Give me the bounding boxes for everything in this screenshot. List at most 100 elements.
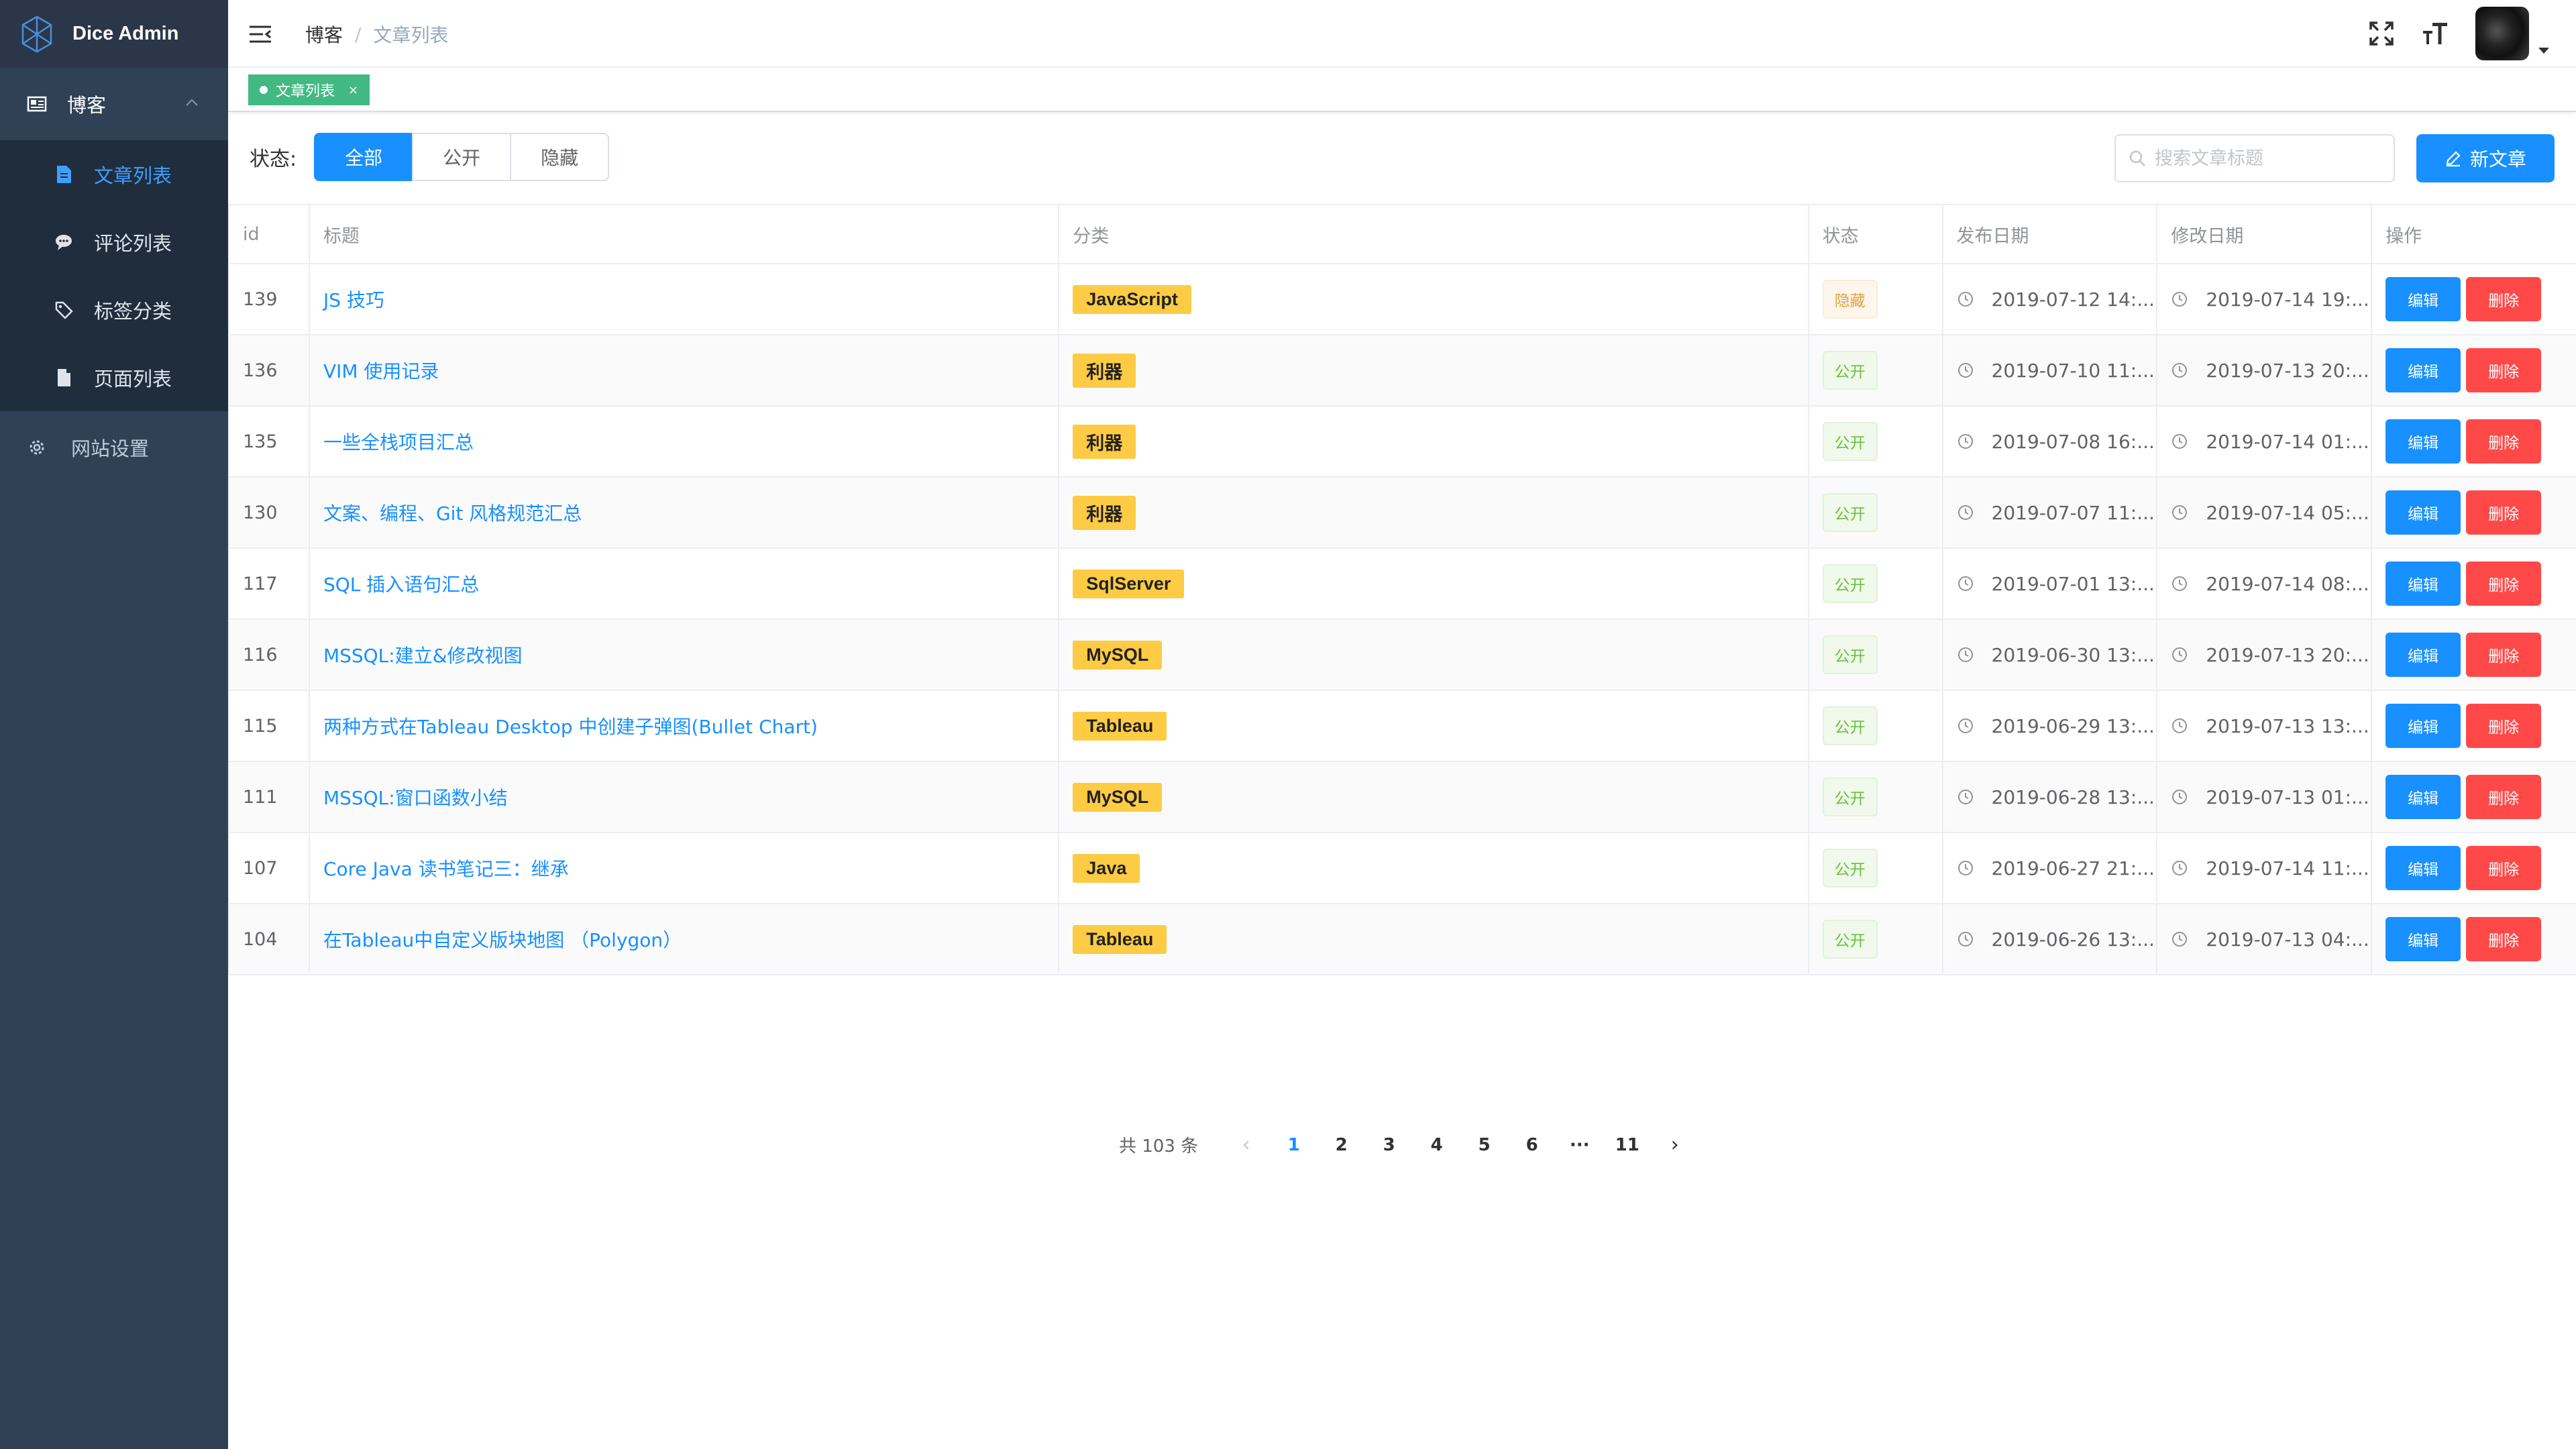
article-title-link[interactable]: MSSQL:建立&修改视图 <box>323 641 523 668</box>
article-title-link[interactable]: 在Tableau中自定义版块地图 （Polygon） <box>323 926 682 953</box>
pagination-ellipsis[interactable]: ··· <box>1556 1135 1603 1155</box>
pagination-prev-icon[interactable]: ‹ <box>1222 1133 1270 1157</box>
sidebar-item-articles[interactable]: 文章列表 <box>0 140 228 208</box>
delete-button[interactable]: 删除 <box>2466 490 2542 535</box>
edit-button[interactable]: 编辑 <box>2385 775 2461 819</box>
edit-button[interactable]: 编辑 <box>2385 846 2461 890</box>
clock-icon <box>1957 718 1973 733</box>
pagination-page[interactable]: 4 <box>1413 1135 1460 1155</box>
article-id: 107 <box>243 857 278 879</box>
pagination-page[interactable]: 5 <box>1460 1135 1508 1155</box>
modified-date: 2019-07-13 20:... <box>2206 359 2369 382</box>
cell-status: 公开 <box>1809 478 1943 547</box>
delete-button[interactable]: 删除 <box>2466 846 2542 890</box>
breadcrumb-home[interactable]: 博客 <box>305 21 343 48</box>
article-title-link[interactable]: SQL 插入语句汇总 <box>323 570 479 597</box>
article-title-link[interactable]: 两种方式在Tableau Desktop 中创建子弹图(Bullet Chart… <box>323 712 818 739</box>
column-header-id[interactable]: id <box>229 205 310 263</box>
cell-modified: 2019-07-13 20:... <box>2157 335 2373 405</box>
delete-button[interactable]: 删除 <box>2466 917 2542 961</box>
status-option-public[interactable]: 公开 <box>412 133 512 181</box>
clock-icon <box>2172 434 2188 449</box>
table-row: 111 MSSQL:窗口函数小结 MySQL 公开 2019-06-28 13:... 2… <box>229 762 2576 833</box>
sidebar-item-label: 文章列表 <box>94 164 172 187</box>
sidebar-item-comments[interactable]: 评论列表 <box>0 208 228 276</box>
pagination-next-icon[interactable]: › <box>1651 1133 1699 1157</box>
clock-icon <box>2172 790 2188 804</box>
delete-button[interactable]: 删除 <box>2466 348 2542 392</box>
cell-modified: 2019-07-14 19:... <box>2157 264 2373 334</box>
column-header-published[interactable]: 发布日期 <box>1943 205 2158 263</box>
sidebar-item-label: 评论列表 <box>94 231 172 255</box>
modified-date: 2019-07-14 08:... <box>2206 572 2369 595</box>
column-header-status[interactable]: 状态 <box>1809 205 1943 263</box>
font-size-icon[interactable] <box>2422 20 2449 47</box>
cell-title: MSSQL:建立&修改视图 <box>310 620 1060 690</box>
sidebar-item-tags[interactable]: 标签分类 <box>0 276 228 343</box>
delete-button[interactable]: 删除 <box>2466 775 2542 819</box>
sidebar-group-blog[interactable]: 博客 <box>0 68 228 140</box>
pagination-page[interactable]: 11 <box>1603 1135 1651 1155</box>
edit-button[interactable]: 编辑 <box>2385 419 2461 464</box>
edit-button[interactable]: 编辑 <box>2385 277 2461 321</box>
article-title-link[interactable]: Core Java 读书笔记三：继承 <box>323 855 569 881</box>
cell-title: JS 技巧 <box>310 264 1060 334</box>
pagination-page[interactable]: 3 <box>1365 1135 1413 1155</box>
edit-button[interactable]: 编辑 <box>2385 917 2461 961</box>
close-icon[interactable]: × <box>348 83 358 97</box>
delete-button[interactable]: 删除 <box>2466 704 2542 748</box>
article-title-link[interactable]: VIM 使用记录 <box>323 357 439 384</box>
column-header-modified[interactable]: 修改日期 <box>2157 205 2373 263</box>
delete-button[interactable]: 删除 <box>2466 419 2542 464</box>
delete-button[interactable]: 删除 <box>2466 561 2542 606</box>
published-date: 2019-06-30 13:... <box>1991 643 2155 666</box>
search-icon <box>2129 150 2145 166</box>
search-input[interactable] <box>2155 148 2383 169</box>
edit-button[interactable]: 编辑 <box>2385 490 2461 535</box>
status-option-hidden[interactable]: 隐藏 <box>510 133 610 181</box>
cell-id: 130 <box>229 478 310 547</box>
clock-icon <box>2172 292 2188 307</box>
table-row: 136 VIM 使用记录 利器 公开 2019-07-10 11:... 2019-07-… <box>229 335 2576 407</box>
cell-id: 115 <box>229 691 310 761</box>
cell-id: 116 <box>229 620 310 690</box>
pagination-page[interactable]: 2 <box>1318 1135 1365 1155</box>
sidebar-item-settings[interactable]: 网站设置 <box>0 411 228 484</box>
column-header-category[interactable]: 分类 <box>1059 205 1809 263</box>
sidebar-item-pages[interactable]: 页面列表 <box>0 343 228 411</box>
cell-actions: 编辑 删除 <box>2372 691 2576 761</box>
cell-published: 2019-07-07 11:... <box>1943 478 2158 547</box>
table-row: 116 MSSQL:建立&修改视图 MySQL 公开 2019-06-30 13:...… <box>229 620 2576 691</box>
article-title-link[interactable]: 文案、编程、Git 风格规范汇总 <box>323 499 582 526</box>
caret-down-icon[interactable] <box>2538 47 2549 54</box>
edit-button[interactable]: 编辑 <box>2385 704 2461 748</box>
delete-button[interactable]: 删除 <box>2466 277 2542 321</box>
tag-articles[interactable]: 文章列表 × <box>248 74 370 105</box>
column-header-title[interactable]: 标题 <box>310 205 1060 263</box>
published-date: 2019-07-01 13:... <box>1991 572 2155 595</box>
cell-category: 利器 <box>1059 407 1809 476</box>
new-article-button[interactable]: 新文章 <box>2416 134 2555 182</box>
clock-icon <box>1957 434 1973 449</box>
articles-table: id 标题 分类 状态 发布日期 修改日期 操作 139 JS 技巧 JavaScr… <box>228 204 2576 975</box>
article-title-link[interactable]: JS 技巧 <box>323 286 384 313</box>
status-badge: 公开 <box>1822 777 1878 816</box>
category-badge: Tableau <box>1073 711 1167 741</box>
status-option-all[interactable]: 全部 <box>314 133 414 181</box>
published-date: 2019-07-07 11:... <box>1991 501 2155 524</box>
edit-button[interactable]: 编辑 <box>2385 633 2461 677</box>
article-title-link[interactable]: 一些全栈项目汇总 <box>323 428 474 455</box>
fullscreen-icon[interactable] <box>2368 20 2395 47</box>
logo[interactable]: Dice Admin <box>0 0 228 68</box>
delete-button[interactable]: 删除 <box>2466 633 2542 677</box>
edit-button[interactable]: 编辑 <box>2385 561 2461 606</box>
breadcrumb: 博客 / 文章列表 <box>305 21 448 48</box>
article-title-link[interactable]: MSSQL:窗口函数小结 <box>323 784 508 810</box>
pagination-page[interactable]: 6 <box>1508 1135 1556 1155</box>
edit-button[interactable]: 编辑 <box>2385 348 2461 392</box>
avatar[interactable] <box>2475 7 2529 60</box>
cell-id: 139 <box>229 264 310 334</box>
hamburger-icon[interactable] <box>248 22 272 46</box>
pagination-page[interactable]: 1 <box>1270 1135 1318 1155</box>
published-date: 2019-07-08 16:... <box>1991 430 2155 453</box>
